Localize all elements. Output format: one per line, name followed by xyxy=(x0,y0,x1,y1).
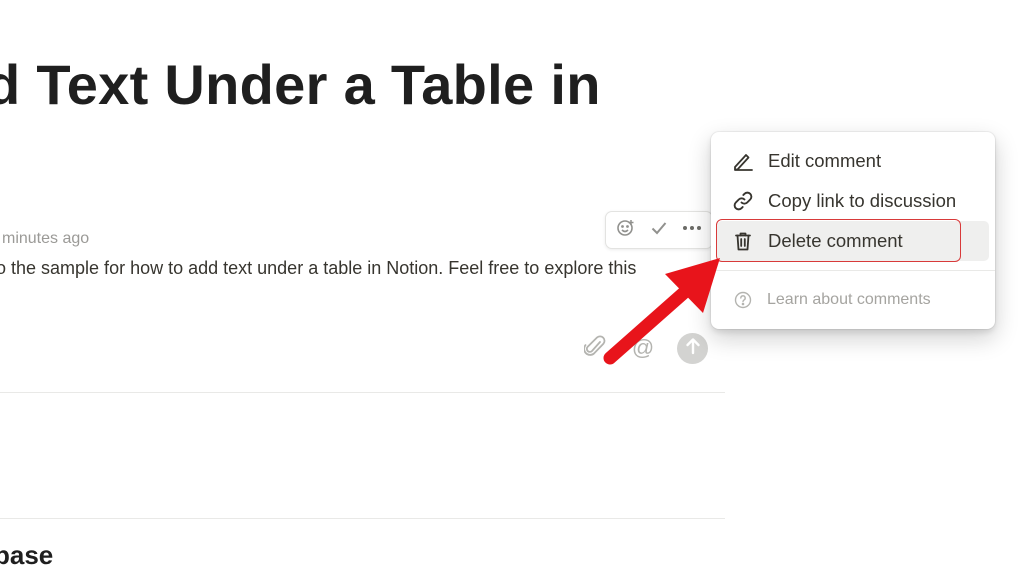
menu-item-label: Copy link to discussion xyxy=(768,190,957,211)
add-reaction-button[interactable] xyxy=(612,216,640,244)
menu-item-delete-comment[interactable]: Delete comment xyxy=(717,221,989,261)
menu-item-label: Edit comment xyxy=(768,150,882,171)
add-reaction-icon xyxy=(616,218,636,243)
resolve-button[interactable] xyxy=(645,216,673,244)
paperclip-icon xyxy=(583,333,606,364)
menu-item-copy-link[interactable]: Copy link to discussion xyxy=(717,181,989,221)
page-title: d Text Under a Table in xyxy=(0,53,601,116)
more-options-icon xyxy=(681,218,703,243)
more-options-button[interactable] xyxy=(678,216,706,244)
comment-hover-toolbar xyxy=(605,211,713,249)
menu-item-label: Delete comment xyxy=(768,230,903,251)
pencil-icon xyxy=(731,149,755,173)
comment-body: o the sample for how to add text under a… xyxy=(0,258,637,278)
send-button[interactable] xyxy=(677,333,708,364)
section-heading: pase xyxy=(0,540,54,570)
menu-separator xyxy=(711,270,995,271)
mention-button[interactable]: @ xyxy=(628,333,658,363)
resolve-check-icon xyxy=(649,218,669,243)
at-mention-icon: @ xyxy=(631,335,655,360)
divider xyxy=(0,518,725,519)
menu-item-learn-about-comments[interactable]: Learn about comments xyxy=(717,281,989,319)
link-icon xyxy=(731,189,755,213)
send-arrow-icon xyxy=(685,337,701,360)
question-circle-icon xyxy=(731,288,755,312)
menu-item-edit-comment[interactable]: Edit comment xyxy=(717,141,989,181)
attach-file-button[interactable] xyxy=(580,333,610,363)
menu-item-label: Learn about comments xyxy=(767,291,931,308)
comment-timestamp: minutes ago xyxy=(2,230,90,247)
divider xyxy=(0,392,725,393)
trash-icon xyxy=(731,229,755,253)
